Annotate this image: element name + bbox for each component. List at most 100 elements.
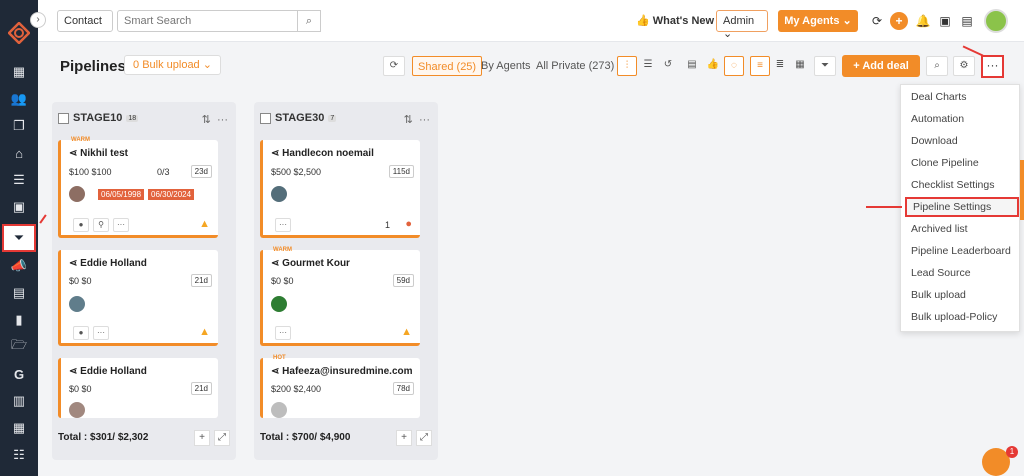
detail-view-icon[interactable]: ≣ — [770, 56, 790, 76]
history-icon[interactable]: ↺ — [658, 56, 678, 76]
calculator-icon[interactable]: ▤ — [958, 12, 976, 30]
avatar — [69, 186, 85, 202]
deal-card[interactable]: WARM ⋖ Nikhil test $100 $100 0/3 23d 06/… — [58, 137, 218, 238]
deal-name: ⋖ Eddie Holland — [69, 258, 147, 269]
stage-checkbox[interactable] — [58, 112, 69, 124]
deal-name: ⋖ Eddie Holland — [69, 366, 147, 377]
thumbs-up-icon[interactable]: 👍 — [704, 56, 722, 76]
gear-icon[interactable]: ⚙ — [953, 56, 975, 76]
bar-chart-icon[interactable]: ▮ — [0, 308, 38, 332]
menu-item-bulk-upload[interactable]: Bulk upload — [911, 289, 966, 301]
menu-item-deal-charts[interactable]: Deal Charts — [911, 91, 966, 103]
deal-card[interactable]: ⋖ Handlecon noemail $500 $2,500 115d ···… — [260, 140, 420, 238]
my-agents-button[interactable]: My Agents ⌄ — [778, 10, 858, 32]
user-avatar[interactable] — [984, 9, 1008, 33]
menu-item-download[interactable]: Download — [911, 135, 958, 147]
tab-all-private[interactable]: All Private (273) — [536, 56, 614, 76]
menu-item-lead-source[interactable]: Lead Source — [911, 267, 971, 279]
reload-icon[interactable]: ⟳ — [383, 56, 405, 76]
add-card-icon[interactable]: + — [194, 430, 210, 446]
message-icon[interactable]: ● — [73, 218, 89, 232]
column-tools[interactable]: ⇅ ··· — [404, 113, 430, 126]
bell-icon[interactable]: 🔔 — [914, 12, 932, 30]
pipeline-filter-icon[interactable]: ⏷ — [2, 224, 36, 252]
stage-checkbox[interactable] — [260, 112, 271, 124]
ai-chip-icon[interactable]: ▣ — [936, 12, 954, 30]
expand-icon[interactable]: ⤢ — [416, 430, 432, 446]
role-select[interactable]: Admin ⌄ — [716, 10, 768, 40]
bank-icon[interactable]: ⌂ — [0, 141, 38, 165]
days-badge: 59d — [392, 274, 414, 287]
warning-icon: ▲ — [401, 326, 412, 338]
tab-by-agents[interactable]: By Agents — [481, 56, 531, 76]
days-badge: 21d — [190, 274, 212, 287]
filter-icon[interactable]: ⏷ — [814, 56, 836, 76]
warm-tag: WARM — [273, 247, 292, 253]
more-options-button[interactable]: ··· — [981, 55, 1004, 78]
stage-header: STAGE10 18 — [58, 112, 139, 124]
more-icon[interactable]: ··· — [275, 218, 291, 232]
menu-item-archived-list[interactable]: Archived list — [911, 223, 968, 235]
menu-item-pipeline-settings[interactable]: Pipeline Settings — [905, 197, 1019, 217]
settings-list-icon[interactable]: ☷ — [0, 443, 38, 467]
date-chip: 06/30/2024 — [148, 189, 195, 200]
pin-icon[interactable]: ⚲ — [93, 218, 109, 232]
add-deal-button[interactable]: + Add deal — [842, 55, 920, 77]
deal-values: $500 $2,500 — [271, 167, 322, 177]
folder-icon[interactable]: 🗁 — [0, 335, 38, 359]
stage-name: STAGE10 — [73, 112, 123, 124]
table-icon[interactable]: ▥ — [0, 389, 38, 413]
more-icon[interactable]: ··· — [113, 218, 129, 232]
expand-icon[interactable]: ⤢ — [214, 430, 230, 446]
google-icon[interactable]: G — [0, 362, 38, 386]
notes-icon[interactable]: ▤ — [0, 281, 38, 305]
days-badge: 78d — [392, 382, 414, 395]
more-icon[interactable]: ··· — [275, 326, 291, 340]
sidebar: ▦ 👥 ❐ ⌂ ☰ ▣ ⏷ 📣 ▤ ▮ 🗁 G ▥ ▦ ☷ — [0, 0, 38, 476]
deal-card[interactable]: ⋖ Eddie Holland $0 $0 21d — [58, 358, 218, 418]
tile-view-icon[interactable]: ▦ — [790, 56, 810, 76]
more-icon[interactable]: ··· — [93, 326, 109, 340]
grid-view-icon[interactable]: ▤ — [682, 56, 702, 76]
dashboard-icon[interactable]: ▦ — [0, 60, 38, 84]
menu-item-checklist-settings[interactable]: Checklist Settings — [911, 179, 994, 191]
contacts-icon[interactable]: 👥 — [0, 87, 38, 111]
compact-view-icon[interactable]: ≡ — [750, 56, 770, 76]
search-icon[interactable]: ⌕ — [297, 10, 321, 32]
bulk-upload-label: 0 Bulk upload — [133, 59, 200, 71]
loading-icon[interactable]: ◌ — [724, 56, 744, 76]
deal-card[interactable]: HOT ⋖ Hafeeza@insuredmine.com $200 $2,40… — [260, 355, 420, 418]
deal-card[interactable]: WARM ⋖ Gourmet Kour $0 $0 59d ··· ▲ — [260, 247, 420, 346]
annotation-arrow — [866, 206, 902, 208]
bulk-upload-button[interactable]: 0 Bulk upload ⌄ — [124, 55, 221, 75]
megaphone-icon[interactable]: 📣 — [0, 254, 38, 278]
days-badge: 115d — [388, 165, 414, 178]
deal-card[interactable]: ⋖ Eddie Holland $0 $0 21d ● ··· ▲ — [58, 250, 218, 346]
calendar-icon[interactable]: ▦ — [0, 416, 38, 440]
column-tools[interactable]: ⇅ ··· — [202, 113, 228, 126]
menu-item-clone-pipeline[interactable]: Clone Pipeline — [911, 157, 979, 169]
list-icon[interactable]: ☰ — [0, 168, 38, 192]
sidebar-toggle-button[interactable]: › — [30, 12, 46, 28]
list-view-icon[interactable]: ☰ — [638, 56, 658, 76]
message-icon[interactable]: ● — [73, 326, 89, 340]
add-card-icon[interactable]: + — [396, 430, 412, 446]
kanban-view-icon[interactable]: ⫶ — [617, 56, 637, 76]
date-chip: 06/05/1998 — [98, 189, 145, 200]
search-input[interactable] — [117, 10, 321, 32]
menu-item-automation[interactable]: Automation — [911, 113, 964, 125]
refresh-icon[interactable]: ⟳ — [868, 12, 886, 30]
deal-name-text: Gourmet Kour — [282, 258, 350, 269]
contact-card-icon[interactable]: ▣ — [0, 195, 38, 219]
contact-select[interactable]: Contact — [57, 10, 113, 32]
whats-new-link[interactable]: 👍 What's New — [636, 14, 714, 27]
menu-item-pipeline-leaderboard[interactable]: Pipeline Leaderboard — [911, 245, 1011, 257]
column-total: Total : $700/ $4,900 — [260, 432, 351, 443]
search-deals-icon[interactable]: ⌕ — [926, 56, 948, 76]
menu-item-bulk-upload-policy[interactable]: Bulk upload-Policy — [911, 311, 997, 323]
tab-shared[interactable]: Shared (25) — [412, 56, 483, 76]
page-title: Pipelines — [60, 58, 126, 75]
documents-icon[interactable]: ❐ — [0, 114, 38, 138]
add-circle-icon[interactable]: + — [890, 12, 908, 30]
deal-values: $100 $100 — [69, 167, 112, 177]
